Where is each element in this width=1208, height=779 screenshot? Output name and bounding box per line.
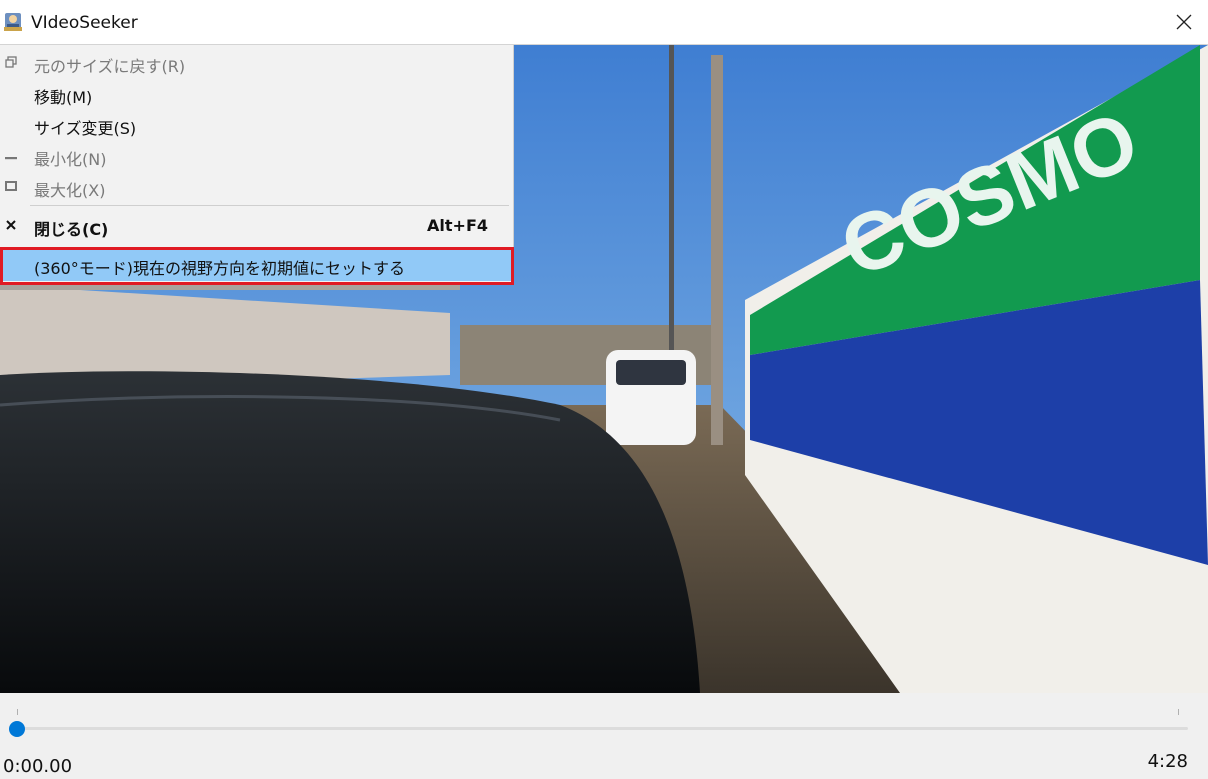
total-time: 4:28 <box>1147 751 1188 772</box>
menu-item-restore[interactable]: 元のサイズに戻す(R) <box>0 47 514 78</box>
window-title: VIdeoSeeker <box>31 13 138 33</box>
seek-tick <box>1178 709 1179 715</box>
restore-icon <box>5 56 17 68</box>
menu-item-label: (360°モード)現在の視野方向を初期値にセットする <box>34 259 406 278</box>
seek-tick <box>17 709 18 715</box>
menu-item-set-view-default[interactable]: (360°モード)現在の視野方向を初期値にセットする <box>0 250 514 281</box>
system-menu: 元のサイズに戻す(R) 移動(M) サイズ変更(S) 最小化(N) 最大化(X)… <box>0 45 514 285</box>
app-icon[interactable] <box>2 11 24 33</box>
maximize-icon <box>5 181 17 191</box>
menu-item-label: 最小化(N) <box>34 150 107 169</box>
current-time: 0:00.00 <box>3 756 73 777</box>
player-controls: 0:00.00 4:28 <box>0 693 1208 779</box>
close-icon <box>6 220 16 230</box>
menu-item-label: 最大化(X) <box>34 181 106 200</box>
menu-item-label: 元のサイズに戻す(R) <box>34 57 186 76</box>
title-bar: VIdeoSeeker <box>0 0 1208 45</box>
minimize-icon <box>5 157 17 160</box>
menu-item-move[interactable]: 移動(M) <box>0 78 514 109</box>
menu-item-label: 閉じる(C) <box>34 220 109 239</box>
menu-item-label: サイズ変更(S) <box>34 119 137 138</box>
seek-bar[interactable] <box>12 727 1188 730</box>
seek-thumb[interactable] <box>9 721 25 737</box>
menu-item-accelerator: Alt+F4 <box>427 216 488 235</box>
menu-item-minimize[interactable]: 最小化(N) <box>0 140 514 171</box>
menu-separator <box>30 205 509 206</box>
menu-item-maximize[interactable]: 最大化(X) <box>0 171 514 202</box>
menu-item-resize[interactable]: サイズ変更(S) <box>0 109 514 140</box>
close-window-button[interactable] <box>1160 0 1208 44</box>
close-icon <box>1176 14 1192 30</box>
menu-item-label: 移動(M) <box>34 88 93 107</box>
menu-item-close[interactable]: 閉じる(C) Alt+F4 <box>0 210 514 241</box>
